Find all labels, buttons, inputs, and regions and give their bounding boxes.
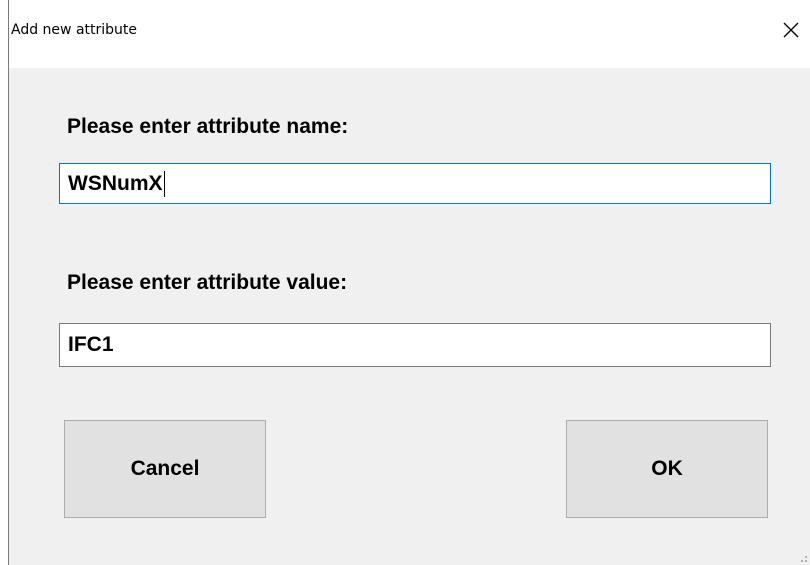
title-bar[interactable]: Add new attribute	[9, 0, 810, 68]
ok-button[interactable]: OK	[566, 420, 768, 518]
cancel-button[interactable]: Cancel	[64, 420, 266, 518]
attribute-value-label: Please enter attribute value:	[67, 271, 348, 294]
attribute-name-input-value: WSNumX	[68, 171, 163, 195]
add-attribute-dialog: Add new attribute Please enter attribute…	[8, 0, 810, 565]
attribute-name-label: Please enter attribute name:	[67, 115, 349, 138]
close-icon	[783, 22, 799, 38]
close-button[interactable]	[771, 10, 810, 54]
resize-grip-icon[interactable]	[796, 551, 808, 563]
cancel-button-label: Cancel	[130, 457, 200, 480]
attribute-name-input[interactable]: WSNumX	[59, 163, 771, 204]
window-title: Add new attribute	[11, 22, 138, 38]
text-caret	[163, 170, 165, 197]
attribute-value-input-value: IFC1	[68, 333, 114, 356]
ok-button-label: OK	[651, 457, 683, 480]
attribute-value-input[interactable]: IFC1	[59, 323, 771, 367]
